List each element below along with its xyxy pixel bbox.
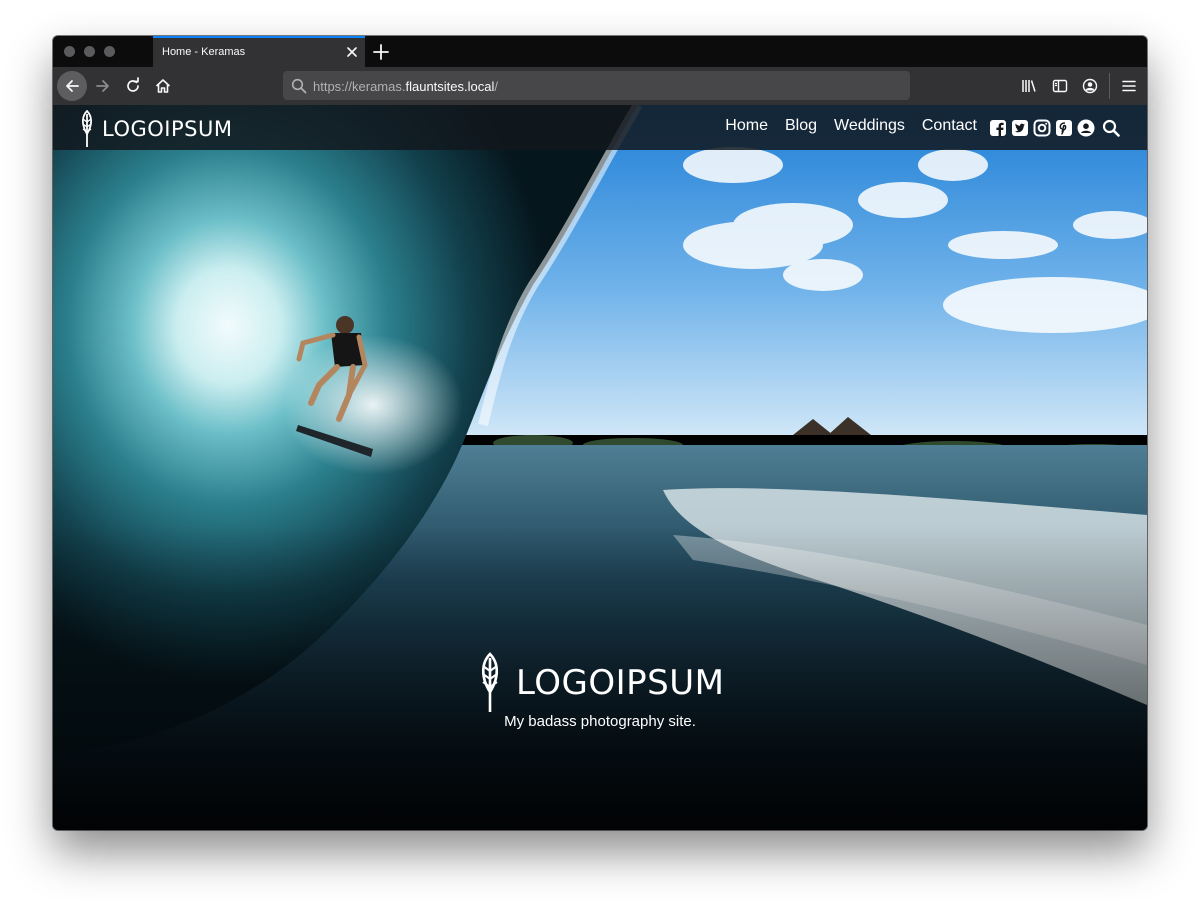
site-header: LOGOIPSUM Home Blog Weddings Contact [53, 105, 1147, 150]
url-text: https://keramas.flauntsites.local/ [313, 79, 498, 94]
hero-logo: LOGOIPSUM [478, 652, 724, 714]
search-icon [291, 78, 307, 94]
feather-logo-icon [81, 110, 93, 147]
hero-tagline: My badass photography site. [504, 713, 696, 730]
browser-tab[interactable]: Home - Keramas [153, 36, 365, 67]
toolbar-separator [1109, 73, 1110, 99]
library-icon[interactable] [1021, 78, 1037, 94]
back-button[interactable] [57, 71, 87, 101]
tab-title: Home - Keramas [162, 46, 246, 58]
facebook-icon[interactable] [989, 119, 1007, 137]
site-search-icon[interactable] [1102, 119, 1120, 137]
twitter-icon[interactable] [1011, 119, 1029, 137]
browser-toolbar: https://keramas.flauntsites.local/ [53, 67, 1147, 105]
hero-logo-text: LOGOIPSUM [516, 663, 725, 703]
url-suffix: / [494, 79, 498, 94]
tab-close-icon[interactable] [344, 44, 360, 60]
close-window-dot[interactable] [64, 46, 75, 57]
reload-button[interactable] [118, 71, 148, 101]
header-logo-text: LOGOIPSUM [102, 117, 233, 141]
page-content: LOGOIPSUM Home Blog Weddings Contact LOG… [53, 105, 1147, 830]
back-icon [66, 80, 79, 92]
menu-icon[interactable] [1121, 78, 1137, 94]
maximize-window-dot[interactable] [104, 46, 115, 57]
minimize-window-dot[interactable] [84, 46, 95, 57]
main-nav: Home Blog Weddings Contact [725, 117, 977, 135]
url-bar[interactable]: https://keramas.flauntsites.local/ [283, 71, 910, 100]
nav-weddings[interactable]: Weddings [834, 117, 905, 135]
nav-contact[interactable]: Contact [922, 117, 977, 135]
account-icon[interactable] [1082, 78, 1098, 94]
new-tab-icon[interactable] [371, 42, 391, 62]
forward-icon [96, 80, 109, 92]
header-logo[interactable]: LOGOIPSUM [80, 110, 232, 148]
nav-blog[interactable]: Blog [785, 117, 817, 135]
user-icon[interactable] [1077, 119, 1095, 137]
url-host: flauntsites.local [405, 79, 495, 94]
feather-logo-icon [481, 652, 499, 712]
sidebar-icon[interactable] [1052, 78, 1068, 94]
pinterest-icon[interactable] [1055, 119, 1073, 137]
home-icon [155, 79, 171, 93]
title-bar: Home - Keramas [53, 36, 1147, 67]
url-prefix: https://keramas. [313, 79, 406, 94]
reload-icon [127, 77, 139, 92]
home-button[interactable] [148, 71, 178, 101]
instagram-icon[interactable] [1033, 119, 1051, 137]
social-links [989, 119, 1095, 137]
nav-home[interactable]: Home [725, 117, 768, 135]
browser-window: Home - Keramas https://keramas.flauntsit… [53, 36, 1147, 830]
forward-button[interactable] [88, 71, 118, 101]
